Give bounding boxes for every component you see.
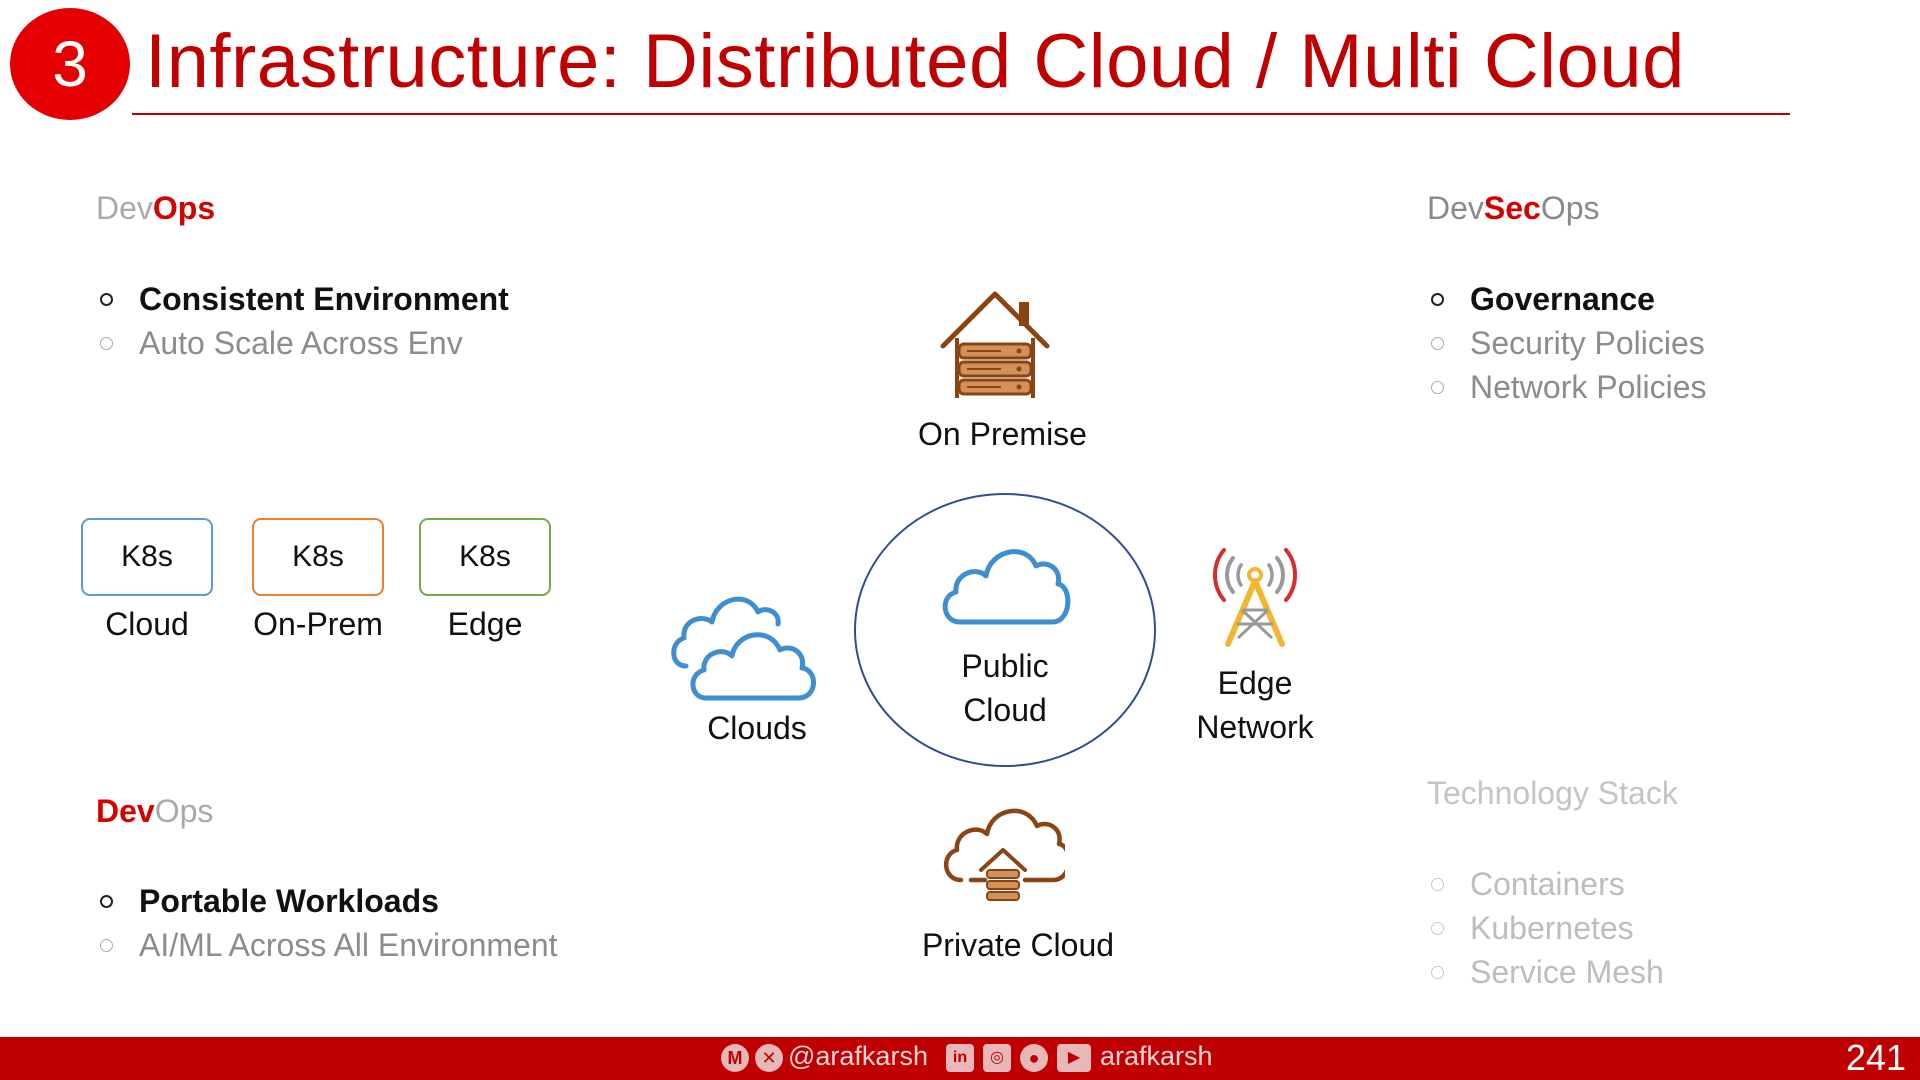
linkedin-icon[interactable]: in bbox=[946, 1044, 974, 1072]
bullet-icon bbox=[1431, 380, 1444, 394]
devops-bottom-list: Portable Workloads AI/ML Across All Envi… bbox=[98, 879, 558, 967]
x-twitter-icon[interactable]: ✕ bbox=[755, 1044, 783, 1072]
k8s-label-cloud: Cloud bbox=[105, 606, 189, 642]
devops-header-bottom: DevOps bbox=[96, 793, 213, 830]
private-cloud-label: Private Cloud bbox=[921, 927, 1115, 963]
footer-name: arafkarsh bbox=[1100, 1041, 1213, 1071]
title-underline bbox=[132, 113, 1790, 115]
youtube-icon[interactable]: ▶ bbox=[1057, 1044, 1091, 1072]
list-item: Security Policies bbox=[1429, 321, 1707, 365]
list-item: Auto Scale Across Env bbox=[98, 321, 509, 365]
devsecops-sec-text: Sec bbox=[1483, 190, 1541, 226]
bullet-icon bbox=[100, 894, 113, 908]
github-icon[interactable]: ● bbox=[1020, 1044, 1048, 1072]
k8s-label-on-prem: On-Prem bbox=[253, 606, 383, 642]
page-number: 241 bbox=[1845, 1037, 1906, 1078]
public-cloud-label-line2: Cloud bbox=[963, 692, 1047, 728]
list-item-label: AI/ML Across All Environment bbox=[139, 926, 558, 963]
edge-network-label-line2: Network bbox=[1196, 709, 1314, 745]
list-item-label: Security Policies bbox=[1470, 324, 1705, 361]
section-number-badge: 3 bbox=[10, 8, 130, 120]
slide-title: Infrastructure: Distributed Cloud / Mult… bbox=[145, 19, 1685, 104]
public-cloud-label-line1: Public bbox=[961, 648, 1049, 684]
bullet-icon bbox=[100, 938, 113, 952]
devops-dev-text: Dev bbox=[96, 190, 153, 226]
list-item: Service Mesh bbox=[1429, 950, 1664, 994]
list-item-label: Governance bbox=[1470, 280, 1655, 317]
devops-header-top: DevOps bbox=[96, 190, 215, 227]
list-item-label: Consistent Environment bbox=[139, 280, 509, 317]
public-cloud-icon bbox=[942, 549, 1071, 625]
technology-stack-list: Containers Kubernetes Service Mesh bbox=[1429, 862, 1664, 994]
footer-handle: @arafkarsh bbox=[788, 1041, 928, 1071]
k8s-box-on-prem: K8s bbox=[252, 518, 384, 596]
devops-ops-text: Ops bbox=[152, 190, 216, 226]
bullet-icon bbox=[1431, 292, 1444, 306]
list-item: Portable Workloads bbox=[98, 879, 558, 923]
bullet-icon bbox=[100, 292, 113, 306]
medium-icon[interactable]: M bbox=[721, 1044, 749, 1072]
edge-network-label-line1: Edge bbox=[1217, 665, 1293, 701]
devops-top-list: Consistent Environment Auto Scale Across… bbox=[98, 277, 509, 365]
technology-stack-header: Technology Stack bbox=[1427, 775, 1678, 811]
list-item: Consistent Environment bbox=[98, 277, 509, 321]
bullet-icon bbox=[1431, 965, 1444, 979]
clouds-label: Clouds bbox=[707, 710, 807, 746]
devops-ops-text: Ops bbox=[154, 793, 214, 829]
list-item-label: Containers bbox=[1470, 865, 1625, 902]
list-item: Network Policies bbox=[1429, 365, 1707, 409]
edge-network-tower-icon bbox=[1213, 548, 1297, 647]
footer-bar: M ✕ @arafkarsh in ◎ ● ▶ arafkarsh 241 bbox=[0, 1037, 1920, 1080]
list-item-label: Network Policies bbox=[1470, 368, 1707, 405]
bullet-icon bbox=[100, 336, 113, 350]
clouds-icon bbox=[671, 596, 816, 701]
devsecops-list: Governance Security Policies Network Pol… bbox=[1429, 277, 1707, 409]
bullet-icon bbox=[1431, 877, 1444, 891]
devsecops-dev-text: Dev bbox=[1427, 190, 1484, 226]
list-item: Governance bbox=[1429, 277, 1707, 321]
list-item: Kubernetes bbox=[1429, 906, 1664, 950]
devsecops-ops-text: Ops bbox=[1540, 190, 1600, 226]
list-item-label: Auto Scale Across Env bbox=[139, 324, 463, 361]
k8s-label-edge: Edge bbox=[447, 606, 523, 642]
bullet-icon bbox=[1431, 336, 1444, 350]
list-item: AI/ML Across All Environment bbox=[98, 923, 558, 967]
instagram-icon[interactable]: ◎ bbox=[983, 1044, 1011, 1072]
list-item-label: Portable Workloads bbox=[139, 882, 439, 919]
list-item: Containers bbox=[1429, 862, 1664, 906]
list-item-label: Service Mesh bbox=[1470, 953, 1664, 990]
bullet-icon bbox=[1431, 921, 1444, 935]
private-cloud-icon bbox=[944, 808, 1065, 901]
list-item-label: Kubernetes bbox=[1470, 909, 1634, 946]
devops-dev-text: Dev bbox=[96, 793, 155, 829]
k8s-box-edge: K8s bbox=[419, 518, 551, 596]
devsecops-header: DevSecOps bbox=[1427, 190, 1600, 227]
on-premise-server-house-icon bbox=[940, 291, 1050, 398]
k8s-box-cloud: K8s bbox=[81, 518, 213, 596]
on-premise-label: On Premise bbox=[918, 416, 1087, 452]
